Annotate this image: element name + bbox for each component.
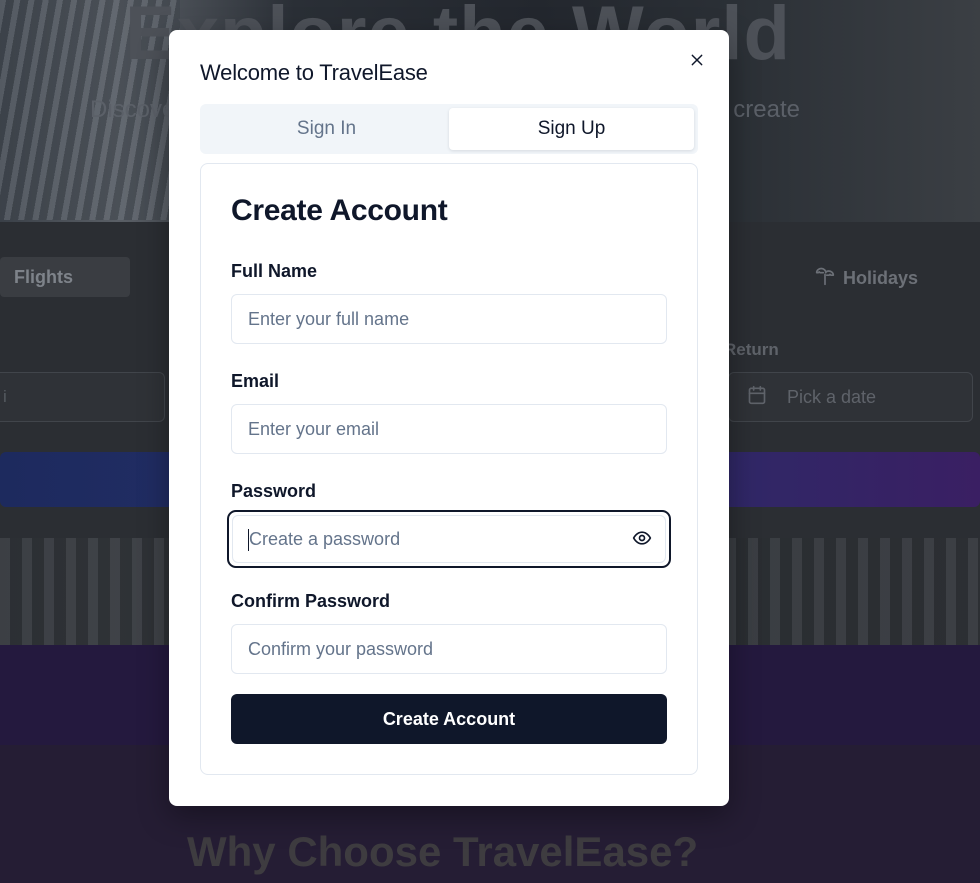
- hero-subtitle-left: Discove: [90, 96, 176, 123]
- auth-tabs: Sign In Sign Up: [200, 104, 698, 154]
- email-label: Email: [231, 371, 280, 391]
- tab-sign-up[interactable]: Sign Up: [449, 108, 694, 150]
- auth-modal: Welcome to TravelEase Sign In Sign Up Cr…: [169, 30, 729, 806]
- from-field[interactable]: i: [0, 372, 165, 422]
- password-label: Password: [231, 481, 317, 501]
- palm-tree-icon: [815, 266, 835, 291]
- password-input[interactable]: [232, 515, 666, 563]
- confirm-password-input[interactable]: [231, 624, 667, 674]
- password-field-focus-ring: [227, 510, 671, 568]
- full-name-label: Full Name: [231, 261, 318, 281]
- create-account-button[interactable]: Create Account: [231, 694, 667, 744]
- modal-title: Welcome to TravelEase: [200, 60, 428, 85]
- return-date-placeholder: Pick a date: [787, 386, 877, 407]
- hero-subtitle-right: create: [733, 96, 800, 123]
- tab-sign-in[interactable]: Sign In: [204, 108, 449, 150]
- tab-holidays[interactable]: Holidays: [815, 266, 918, 291]
- tab-flights-label: Flights: [14, 267, 73, 287]
- return-label: Return: [724, 340, 779, 359]
- card-title: Create Account: [231, 194, 448, 227]
- return-date-field[interactable]: Pick a date: [728, 372, 973, 422]
- eye-icon: [632, 528, 652, 553]
- signup-card: Create Account Full Name Email Password …: [200, 163, 698, 775]
- confirm-password-label: Confirm Password: [231, 591, 391, 611]
- tab-flights[interactable]: Flights: [0, 257, 130, 297]
- close-icon: [689, 52, 705, 73]
- from-field-value: i: [3, 387, 7, 406]
- text-caret: [248, 529, 249, 551]
- why-choose-title: Why Choose TravelEase?: [187, 828, 699, 875]
- full-name-input[interactable]: [231, 294, 667, 344]
- tab-holidays-label: Holidays: [843, 268, 919, 288]
- close-button[interactable]: [686, 51, 708, 73]
- calendar-icon: [747, 385, 767, 410]
- email-input[interactable]: [231, 404, 667, 454]
- toggle-password-visibility-button[interactable]: [631, 529, 653, 551]
